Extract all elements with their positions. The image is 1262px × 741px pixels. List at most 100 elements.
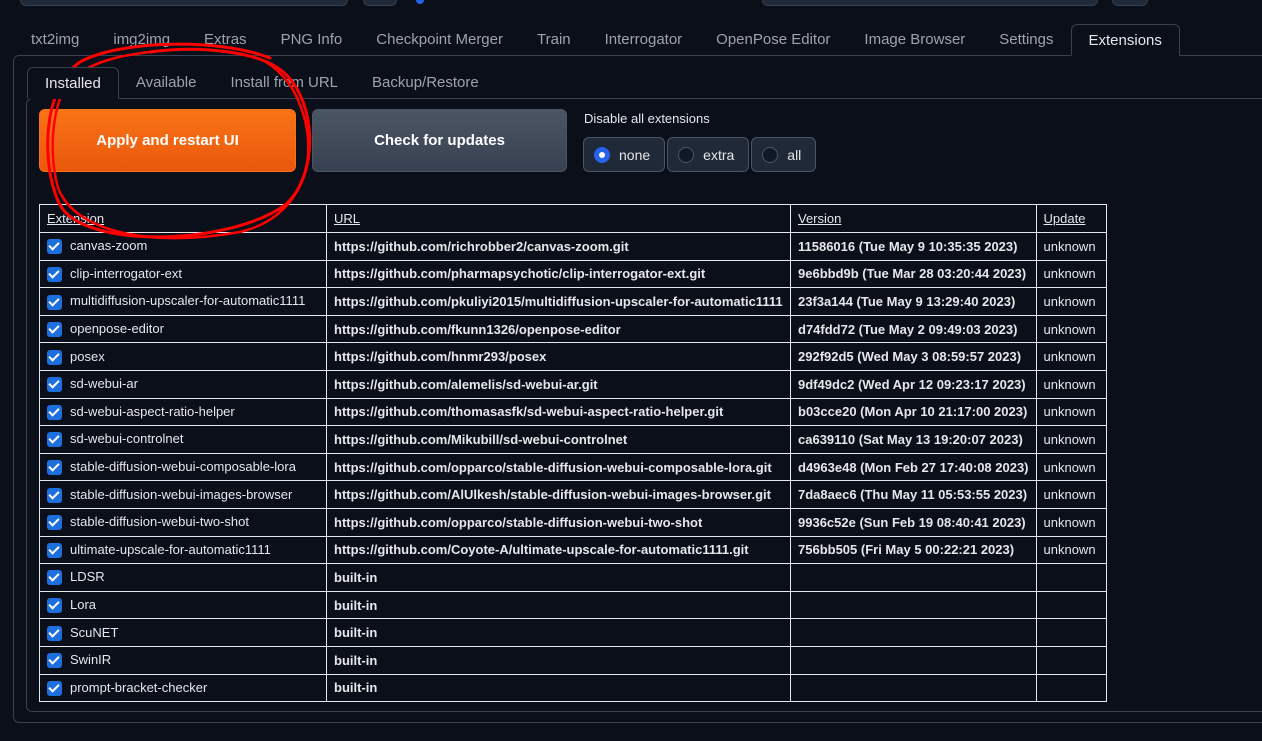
extension-enabled-checkbox[interactable] [47, 460, 62, 476]
extension-url[interactable]: https://github.com/opparco/stable-diffus… [326, 452, 791, 482]
extension-name: stable-diffusion-webui-images-browser [70, 486, 293, 502]
tab-image-browser[interactable]: Image Browser [847, 24, 982, 56]
tab-png-info[interactable]: PNG Info [264, 24, 360, 56]
extension-url[interactable]: https://github.com/opparco/stable-diffus… [326, 507, 791, 537]
extension-url[interactable]: https://github.com/richrobber2/canvas-zo… [326, 232, 791, 261]
extension-enabled-checkbox[interactable] [47, 322, 62, 338]
extension-url: built-in [326, 618, 791, 647]
extension-enabled-checkbox[interactable] [47, 377, 62, 393]
column-header-update[interactable]: Update [1035, 204, 1107, 233]
table-row: multidiffusion-upscaler-for-automatic111… [39, 287, 1107, 316]
tab-settings[interactable]: Settings [982, 24, 1070, 56]
top-small-button-right[interactable] [1112, 0, 1148, 6]
tab-img2img[interactable]: img2img [96, 24, 187, 56]
extension-update-status: unknown [1035, 452, 1107, 482]
extension-enabled-checkbox[interactable] [47, 598, 62, 614]
extension-version [790, 563, 1037, 592]
extension-update-status: unknown [1035, 342, 1107, 371]
radio-disable-extra[interactable]: extra [667, 137, 750, 172]
extension-enabled-checkbox[interactable] [47, 570, 62, 586]
extension-version [790, 673, 1037, 703]
top-input-box-right[interactable] [762, 0, 1098, 6]
extension-enabled-checkbox[interactable] [47, 653, 62, 669]
top-input-box[interactable] [20, 0, 348, 6]
extension-version: 7da8aec6 (Thu May 11 05:53:55 2023) [790, 480, 1037, 509]
sub-tab-installed[interactable]: Installed [27, 67, 119, 99]
sub-tab-install-from-url[interactable]: Install from URL [213, 67, 355, 99]
sub-tab-available[interactable]: Available [119, 67, 214, 99]
extension-update-status [1035, 563, 1107, 592]
tab-openpose-editor[interactable]: OpenPose Editor [699, 24, 847, 56]
extension-url[interactable]: https://github.com/pkuliyi2015/multidiff… [326, 287, 791, 316]
radio-circle-icon[interactable] [678, 146, 695, 163]
table-header-row: Extension URL Version Update [39, 204, 1107, 233]
extension-enabled-checkbox[interactable] [47, 404, 62, 420]
extension-enabled-checkbox[interactable] [47, 515, 62, 531]
extension-enabled-checkbox[interactable] [47, 680, 62, 696]
tab-extensions[interactable]: Extensions [1070, 24, 1180, 56]
disable-extensions-label: Disable all extensions [584, 111, 710, 126]
extension-url[interactable]: https://github.com/thomasasfk/sd-webui-a… [326, 397, 791, 427]
extension-enabled-checkbox[interactable] [47, 294, 62, 310]
extension-name: openpose-editor [70, 321, 164, 337]
extension-url[interactable]: https://github.com/pharmapsychotic/clip-… [326, 259, 791, 289]
table-row: posex https://github.com/hnmr293/posex 292… [39, 342, 1107, 371]
extension-update-status: unknown [1035, 480, 1107, 509]
top-small-button[interactable] [363, 0, 397, 6]
extension-enabled-checkbox[interactable] [47, 542, 62, 558]
extension-version: 9df49dc2 (Wed Apr 12 09:23:17 2023) [790, 369, 1037, 399]
table-row: clip-interrogator-ext https://github.com/… [39, 259, 1107, 289]
radio-circle-icon[interactable] [762, 146, 779, 163]
extension-version [790, 645, 1037, 675]
extension-enabled-checkbox[interactable] [47, 487, 62, 503]
column-header-extension[interactable]: Extension [39, 204, 327, 233]
radio-label: extra [703, 146, 735, 163]
table-row: openpose-editor https://github.com/fkunn1… [39, 314, 1107, 344]
extension-url[interactable]: https://github.com/hnmr293/posex [326, 342, 791, 371]
tab-checkpoint-merger[interactable]: Checkpoint Merger [359, 24, 520, 56]
extension-enabled-checkbox[interactable] [47, 239, 62, 255]
column-header-url[interactable]: URL [326, 204, 791, 233]
apply-and-restart-button[interactable]: Apply and restart UI [39, 109, 296, 172]
radio-label: none [619, 146, 651, 163]
extension-update-status: unknown [1035, 287, 1107, 316]
extension-version: 9936c52e (Sun Feb 19 08:40:41 2023) [790, 507, 1037, 537]
table-row: ultimate-upscale-for-automatic1111 https:… [39, 535, 1107, 565]
extension-update-status: unknown [1035, 232, 1107, 261]
extension-update-status: unknown [1035, 314, 1107, 344]
main-tab-bar: txt2img img2img Extras PNG Info Checkpoint M… [14, 24, 1180, 56]
extension-cell: openpose-editor [39, 314, 327, 344]
extension-name: SwinIR [70, 652, 112, 668]
extension-name: stable-diffusion-webui-two-shot [70, 514, 249, 530]
table-row: LDSR built-in [39, 563, 1107, 592]
tab-train[interactable]: Train [520, 24, 588, 56]
check-for-updates-button[interactable]: Check for updates [312, 109, 567, 172]
radio-circle-icon[interactable] [594, 146, 610, 163]
extension-enabled-checkbox[interactable] [47, 432, 62, 448]
extension-name: multidiffusion-upscaler-for-automatic111… [70, 293, 306, 309]
extension-version: 9e6bbd9b (Tue Mar 28 03:20:44 2023) [790, 259, 1037, 289]
column-header-version[interactable]: Version [790, 204, 1037, 233]
extension-url[interactable]: https://github.com/Mikubill/sd-webui-con… [326, 425, 791, 454]
extension-enabled-checkbox[interactable] [47, 349, 62, 365]
extension-version: 292f92d5 (Wed May 3 08:59:57 2023) [790, 342, 1037, 371]
radio-disable-all[interactable]: all [751, 137, 817, 172]
extension-url[interactable]: https://github.com/fkunn1326/openpose-ed… [326, 314, 791, 344]
extension-update-status: unknown [1035, 369, 1107, 399]
tab-txt2img[interactable]: txt2img [14, 24, 96, 56]
table-row: sd-webui-ar https://github.com/alemelis/s… [39, 369, 1107, 399]
extension-url[interactable]: https://github.com/Coyote-A/ultimate-ups… [326, 535, 791, 565]
tab-interrogator[interactable]: Interrogator [588, 24, 700, 56]
tab-extras[interactable]: Extras [187, 24, 264, 56]
table-row: prompt-bracket-checker built-in [39, 673, 1107, 703]
extension-enabled-checkbox[interactable] [47, 266, 62, 282]
extension-url[interactable]: https://github.com/AlUlkesh/stable-diffu… [326, 480, 791, 509]
radio-disable-none[interactable]: none [583, 137, 666, 172]
sub-tab-backup-restore[interactable]: Backup/Restore [355, 67, 496, 99]
extension-enabled-checkbox[interactable] [47, 625, 62, 641]
extension-cell: sd-webui-controlnet [39, 425, 327, 454]
extension-url[interactable]: https://github.com/alemelis/sd-webui-ar.… [326, 369, 791, 399]
extension-cell: ScuNET [39, 618, 327, 647]
extensions-sub-tab-bar: Installed Available Install from URL Backup… [27, 67, 496, 99]
table-row: SwinIR built-in [39, 645, 1107, 675]
